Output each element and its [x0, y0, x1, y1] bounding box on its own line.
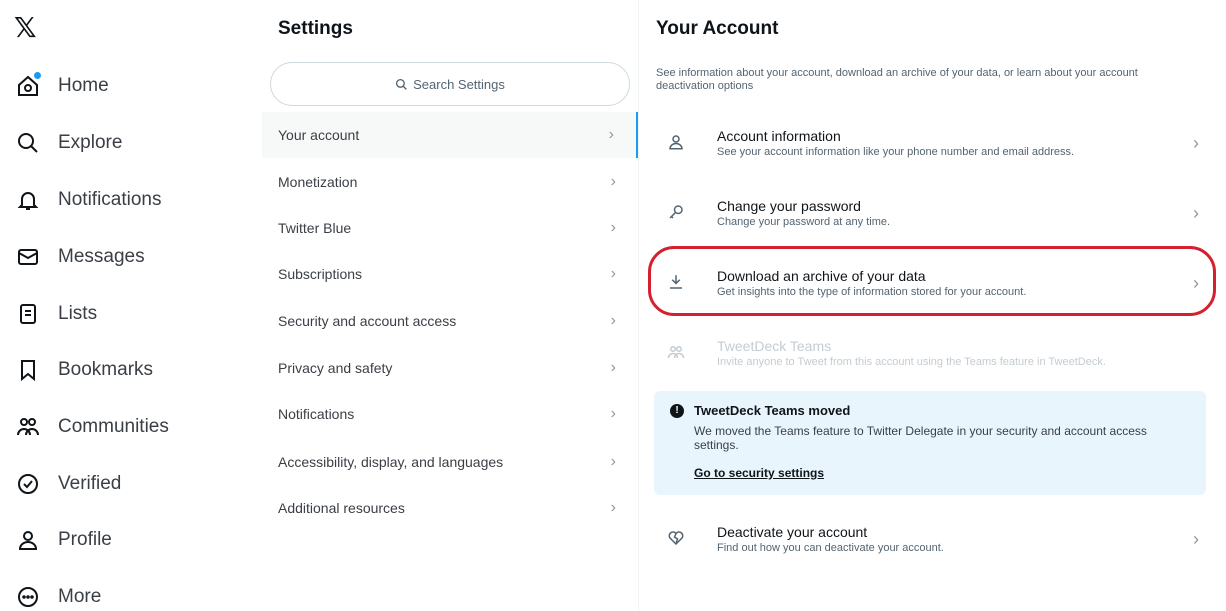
mail-icon — [16, 245, 40, 269]
broken-heart-icon — [667, 529, 687, 549]
settings-item-additional-resources[interactable]: Additional resources › — [262, 485, 638, 531]
nav-label: Verified — [58, 473, 122, 494]
settings-item-monetization[interactable]: Monetization › — [262, 159, 638, 205]
row-label: Download an archive of your data — [717, 267, 926, 284]
download-archive-row[interactable]: Download an archive of your data Get ins… — [639, 250, 1226, 316]
bell-icon — [16, 188, 40, 212]
key-icon — [667, 203, 687, 223]
settings-item-label: Security and account access — [278, 313, 457, 329]
alert-icon: ! — [670, 404, 684, 418]
nav-label: Lists — [58, 303, 98, 324]
row-subtitle: Change your password at any time. — [717, 215, 891, 228]
nav-label: Bookmarks — [58, 359, 154, 380]
go-to-security-settings-link[interactable]: Go to security settings — [694, 466, 824, 480]
nav-label: Profile — [58, 529, 112, 550]
chevron-right-icon: › — [610, 359, 616, 376]
account-panel: Your Account See information about your … — [638, 0, 1226, 611]
settings-item-label: Monetization — [278, 174, 358, 190]
list-icon — [16, 302, 40, 326]
row-label: TweetDeck Teams — [717, 337, 832, 354]
left-nav: 𝕏 Home Explore Notifications Messages Li… — [0, 0, 262, 611]
settings-item-twitter-blue[interactable]: Twitter Blue › — [262, 205, 638, 251]
nav-item-notifications[interactable]: Notifications — [0, 175, 240, 225]
nav-label: Home — [58, 75, 109, 96]
chevron-right-icon: › — [610, 219, 616, 236]
settings-item-label: Accessibility, display, and languages — [278, 454, 504, 470]
verified-icon — [16, 472, 40, 496]
account-information-row[interactable]: Account information See your account inf… — [639, 110, 1226, 176]
settings-item-your-account[interactable]: Your account › — [262, 112, 638, 158]
nav-label: Explore — [58, 132, 123, 153]
nav-item-more[interactable]: More — [0, 572, 240, 611]
more-circle-icon — [16, 585, 40, 609]
row-label: Change your password — [717, 197, 861, 214]
settings-item-subscriptions[interactable]: Subscriptions › — [262, 251, 638, 297]
settings-item-label: Notifications — [278, 406, 355, 422]
nav-label: Communities — [58, 416, 169, 437]
notice-title: TweetDeck Teams moved — [694, 403, 851, 418]
settings-item-label: Twitter Blue — [278, 220, 352, 236]
nav-item-home[interactable]: Home — [0, 61, 240, 111]
notification-dot — [34, 72, 41, 79]
account-description: See information about your account, down… — [656, 67, 1138, 92]
settings-item-label: Your account — [278, 127, 360, 143]
settings-item-privacy[interactable]: Privacy and safety › — [262, 345, 638, 391]
team-icon — [667, 343, 687, 363]
chevron-right-icon: › — [1193, 132, 1199, 153]
person-icon — [667, 133, 687, 153]
chevron-right-icon: › — [1193, 202, 1199, 223]
settings-item-label: Additional resources — [278, 500, 405, 516]
chevron-right-icon: › — [610, 265, 616, 282]
account-title: Your Account — [656, 18, 779, 39]
home-icon — [16, 72, 41, 98]
chevron-right-icon: › — [610, 405, 616, 422]
x-logo-icon[interactable]: 𝕏 — [14, 14, 42, 42]
search-icon — [16, 131, 40, 155]
chevron-right-icon: › — [610, 453, 616, 470]
search-placeholder: Search Settings — [413, 76, 505, 92]
row-subtitle: Get insights into the type of informatio… — [717, 285, 1027, 298]
search-settings-input[interactable]: Search Settings — [270, 62, 630, 106]
people-icon — [16, 415, 40, 439]
chevron-right-icon: › — [1193, 528, 1199, 549]
settings-item-security[interactable]: Security and account access › — [262, 298, 638, 344]
nav-item-profile[interactable]: Profile — [0, 515, 240, 565]
tweetdeck-teams-row: TweetDeck Teams Invite anyone to Tweet f… — [639, 320, 1226, 386]
settings-panel: Settings Search Settings Your account › … — [262, 0, 638, 611]
chevron-right-icon: › — [608, 126, 614, 143]
row-label: Account information — [717, 127, 841, 144]
chevron-right-icon: › — [610, 499, 616, 516]
chevron-right-icon: › — [610, 173, 616, 190]
settings-item-label: Subscriptions — [278, 266, 363, 282]
search-icon — [396, 78, 407, 90]
change-password-row[interactable]: Change your password Change your passwor… — [639, 180, 1226, 246]
row-label: Deactivate your account — [717, 523, 868, 540]
row-subtitle: See your account information like your p… — [717, 145, 1075, 158]
nav-item-communities[interactable]: Communities — [0, 402, 240, 452]
settings-item-accessibility[interactable]: Accessibility, display, and languages › — [262, 439, 638, 485]
deactivate-account-row[interactable]: Deactivate your account Find out how you… — [639, 506, 1226, 572]
chevron-right-icon: › — [1193, 272, 1199, 293]
nav-label: Messages — [58, 246, 145, 267]
row-subtitle: Invite anyone to Tweet from this account… — [717, 355, 1106, 368]
chevron-right-icon: › — [610, 312, 616, 329]
nav-item-bookmarks[interactable]: Bookmarks — [0, 345, 240, 395]
settings-title: Settings — [278, 18, 353, 39]
nav-item-lists[interactable]: Lists — [0, 289, 240, 339]
nav-item-explore[interactable]: Explore — [0, 118, 240, 168]
bookmark-icon — [16, 358, 40, 382]
download-icon — [667, 273, 687, 293]
tweetdeck-teams-notice: ! TweetDeck Teams moved We moved the Tea… — [654, 391, 1206, 495]
settings-item-label: Privacy and safety — [278, 360, 393, 376]
row-subtitle: Find out how you can deactivate your acc… — [717, 541, 944, 554]
nav-item-messages[interactable]: Messages — [0, 232, 240, 282]
nav-label: More — [58, 586, 102, 607]
notice-body: We moved the Teams feature to Twitter De… — [694, 424, 1147, 452]
settings-item-notifications[interactable]: Notifications › — [262, 391, 638, 437]
nav-item-verified[interactable]: Verified — [0, 459, 240, 509]
nav-label: Notifications — [58, 189, 162, 210]
person-icon — [16, 528, 40, 552]
